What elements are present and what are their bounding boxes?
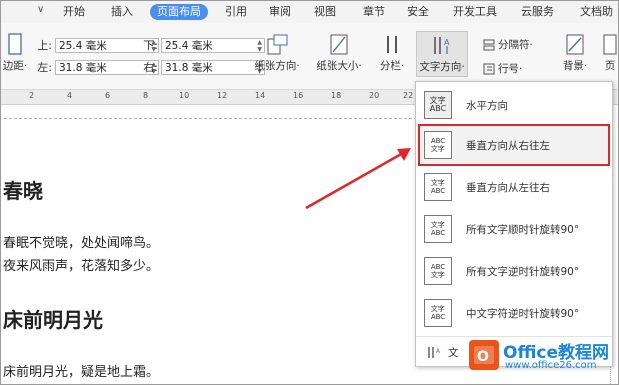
chinese-rotate-text-icon: 文字 ABC: [424, 299, 452, 327]
office26-watermark: O Office教程网 www.office26.com: [469, 338, 617, 376]
horizontal-text-icon: 文字 ABC: [424, 91, 452, 119]
menu-item-rotate-counterclockwise[interactable]: ABC 文字 所有文字逆时针旋转90°: [420, 252, 608, 290]
text-direction-menu: 文字 ABC 水平方向 ABC 文字 垂直方向从右往左 文字 ABC 垂直方向从左往右…: [415, 81, 613, 367]
watermark-url: www.office26.com: [505, 360, 597, 371]
menu-footer-label: 文: [448, 346, 459, 359]
menu-item-label: 中文字符逆时针旋转90°: [466, 307, 580, 320]
menu-item-rotate-clockwise[interactable]: 文字 ABC 所有文字顺时针旋转90°: [420, 210, 608, 248]
menu-item-label: 垂直方向从左往右: [466, 181, 550, 194]
window: ∨ 开始 插入 页面布局 引用 审阅 视图 章节 安全 开发工具 云服务 文档助…: [0, 0, 619, 385]
menu-item-label: 所有文字顺时针旋转90°: [466, 223, 580, 236]
svg-text:A: A: [436, 348, 441, 355]
vertical-rtl-text-icon: ABC 文字: [424, 131, 452, 159]
svg-text:O: O: [477, 349, 489, 365]
rotate-counterclockwise-text-icon: ABC 文字: [424, 257, 452, 285]
menu-item-label: 水平方向: [466, 99, 508, 112]
rotate-clockwise-text-icon: 文字 ABC: [424, 215, 452, 243]
menu-item-vertical-left-to-right[interactable]: 文字 ABC 垂直方向从左往右: [420, 168, 608, 206]
vertical-ltr-text-icon: 文字 ABC: [424, 173, 452, 201]
menu-item-label: 垂直方向从右往左: [466, 139, 550, 152]
menu-item-horizontal[interactable]: 文字 ABC 水平方向: [420, 86, 608, 124]
text-direction-small-icon: A: [428, 347, 441, 358]
menu-item-vertical-right-to-left[interactable]: ABC 文字 垂直方向从右往左: [418, 124, 610, 166]
office-logo-icon: O: [469, 340, 499, 370]
menu-item-label: 所有文字逆时针旋转90°: [466, 265, 580, 278]
menu-item-chinese-rotate[interactable]: 文字 ABC 中文字符逆时针旋转90°: [420, 294, 608, 332]
